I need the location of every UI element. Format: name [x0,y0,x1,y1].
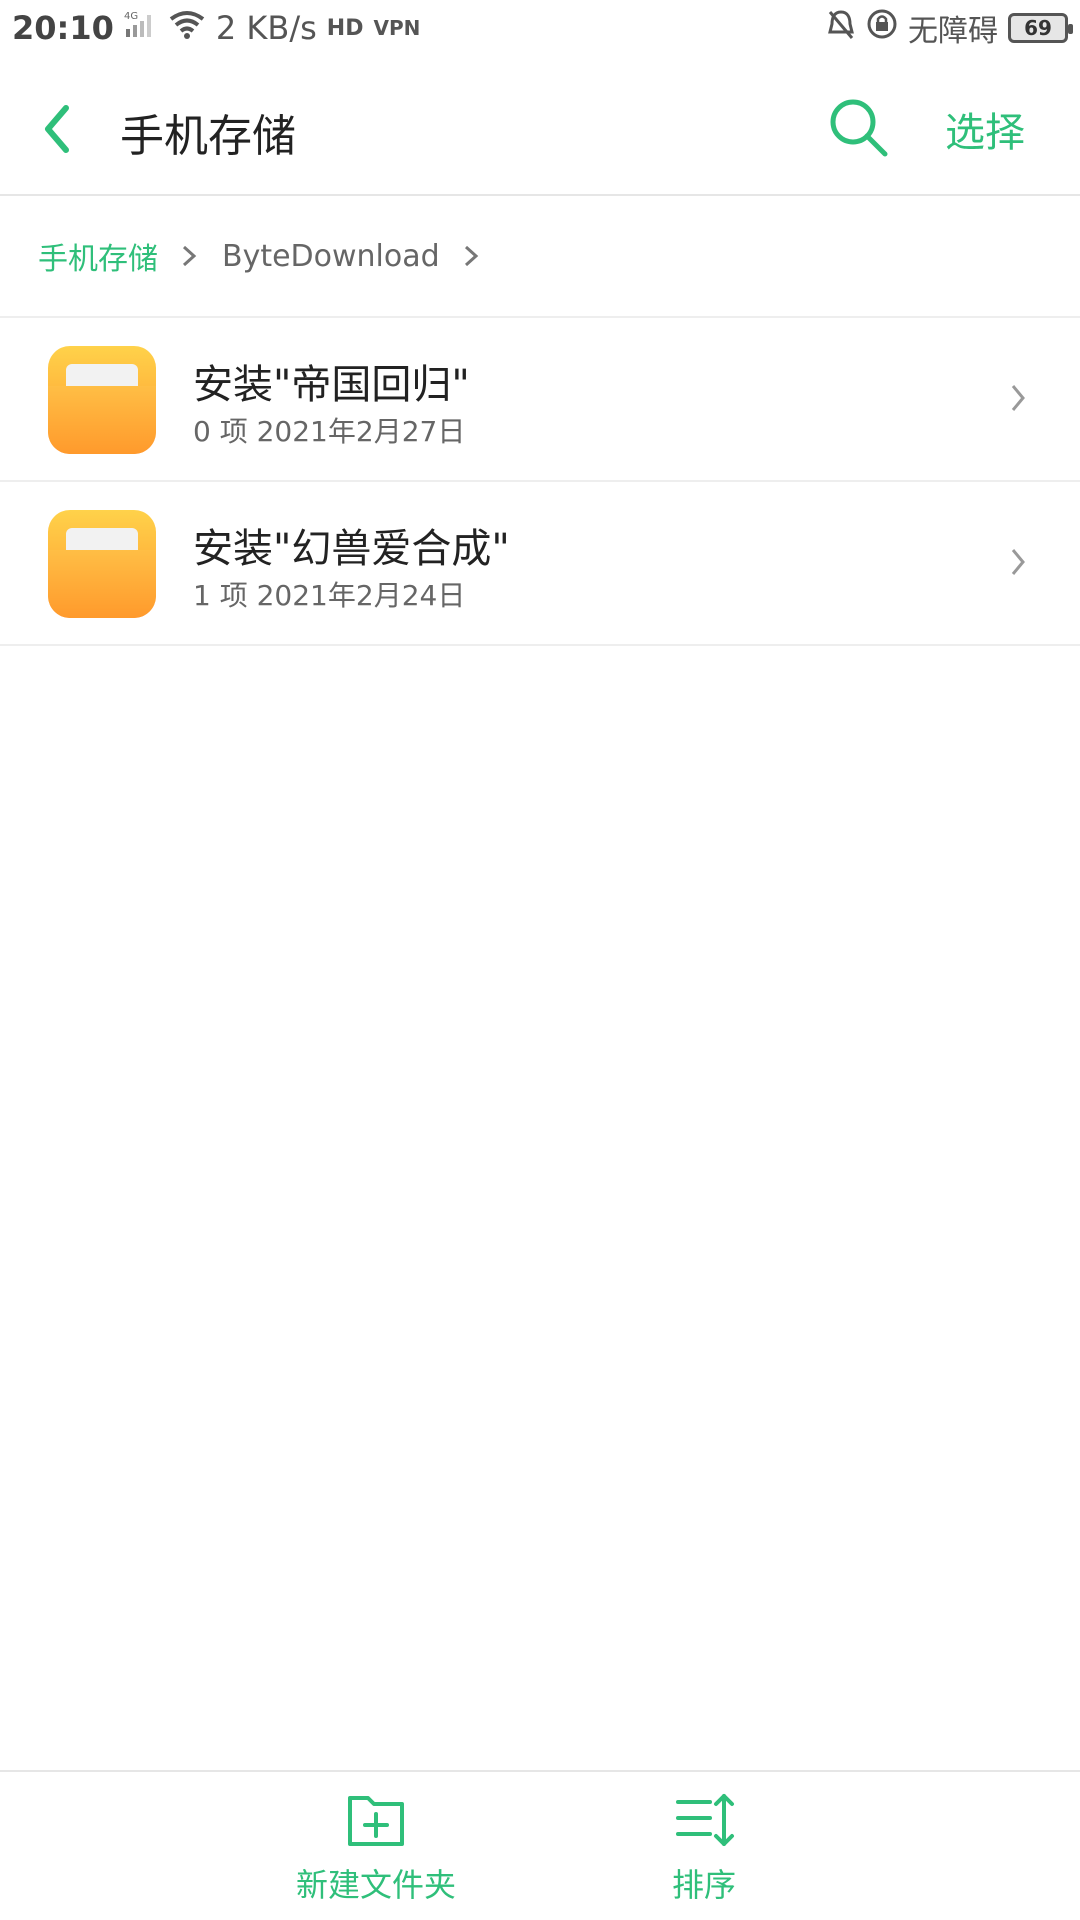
svg-text:4G: 4G [124,11,138,22]
folder-icon [48,346,156,454]
list-item[interactable]: 安装"幻兽爱合成" 1 项 2021年2月24日 [0,482,1080,646]
app-bar: 手机存储 选择 [0,56,1080,196]
file-meta: 0 项 2021年2月27日 [193,415,466,448]
select-button[interactable]: 选择 [945,100,1025,158]
sort-label: 排序 [671,1866,736,1904]
mute-bell-icon [826,8,856,48]
file-meta: 1 项 2021年2月24日 [193,579,466,612]
breadcrumb-item-root[interactable]: 手机存储 [38,234,158,278]
search-icon [830,99,888,157]
signal-icon: 4G [124,9,158,47]
wifi-icon [168,9,206,47]
new-folder-button[interactable]: 新建文件夹 [296,1790,456,1906]
sort-icon [676,1794,734,1846]
lock-rotation-icon [866,8,898,48]
breadcrumb: 手机存储 ByteDownload [0,196,1080,318]
new-folder-icon [348,1796,404,1846]
sort-button[interactable]: 排序 [654,1790,754,1906]
chevron-right-icon [462,241,482,271]
breadcrumb-item-current[interactable]: ByteDownload [222,239,440,274]
folder-icon [48,510,156,618]
back-arrow-icon [45,105,69,153]
status-bar: 20:10 4G 2 KB/s HD VPN 无障碍 69 [0,0,1080,56]
back-button[interactable] [30,94,90,164]
hd-icon: HD [326,15,364,41]
chevron-right-icon [180,241,200,271]
accessibility-text: 无障碍 [908,14,998,49]
status-time: 20:10 [12,9,114,47]
chevron-right-icon [1008,380,1028,420]
new-folder-label: 新建文件夹 [296,1866,457,1904]
chevron-right-icon [1008,544,1028,584]
file-name: 安装"帝国回归" [193,362,470,408]
vpn-icon: VPN [373,16,421,40]
page-title: 手机存储 [120,111,296,162]
network-speed: 2 KB/s [215,9,317,47]
list-item[interactable]: 安装"帝国回归" 0 项 2021年2月27日 [0,318,1080,482]
battery-icon: 69 [1008,13,1073,43]
battery-level: 69 [1024,16,1052,40]
bottom-toolbar: 新建文件夹 排序 [0,1770,1080,1920]
file-list: 安装"帝国回归" 0 项 2021年2月27日 安装"幻兽爱合成" 1 项 20… [0,318,1080,646]
file-name: 安装"幻兽爱合成" [193,526,510,572]
search-button[interactable] [825,94,895,164]
